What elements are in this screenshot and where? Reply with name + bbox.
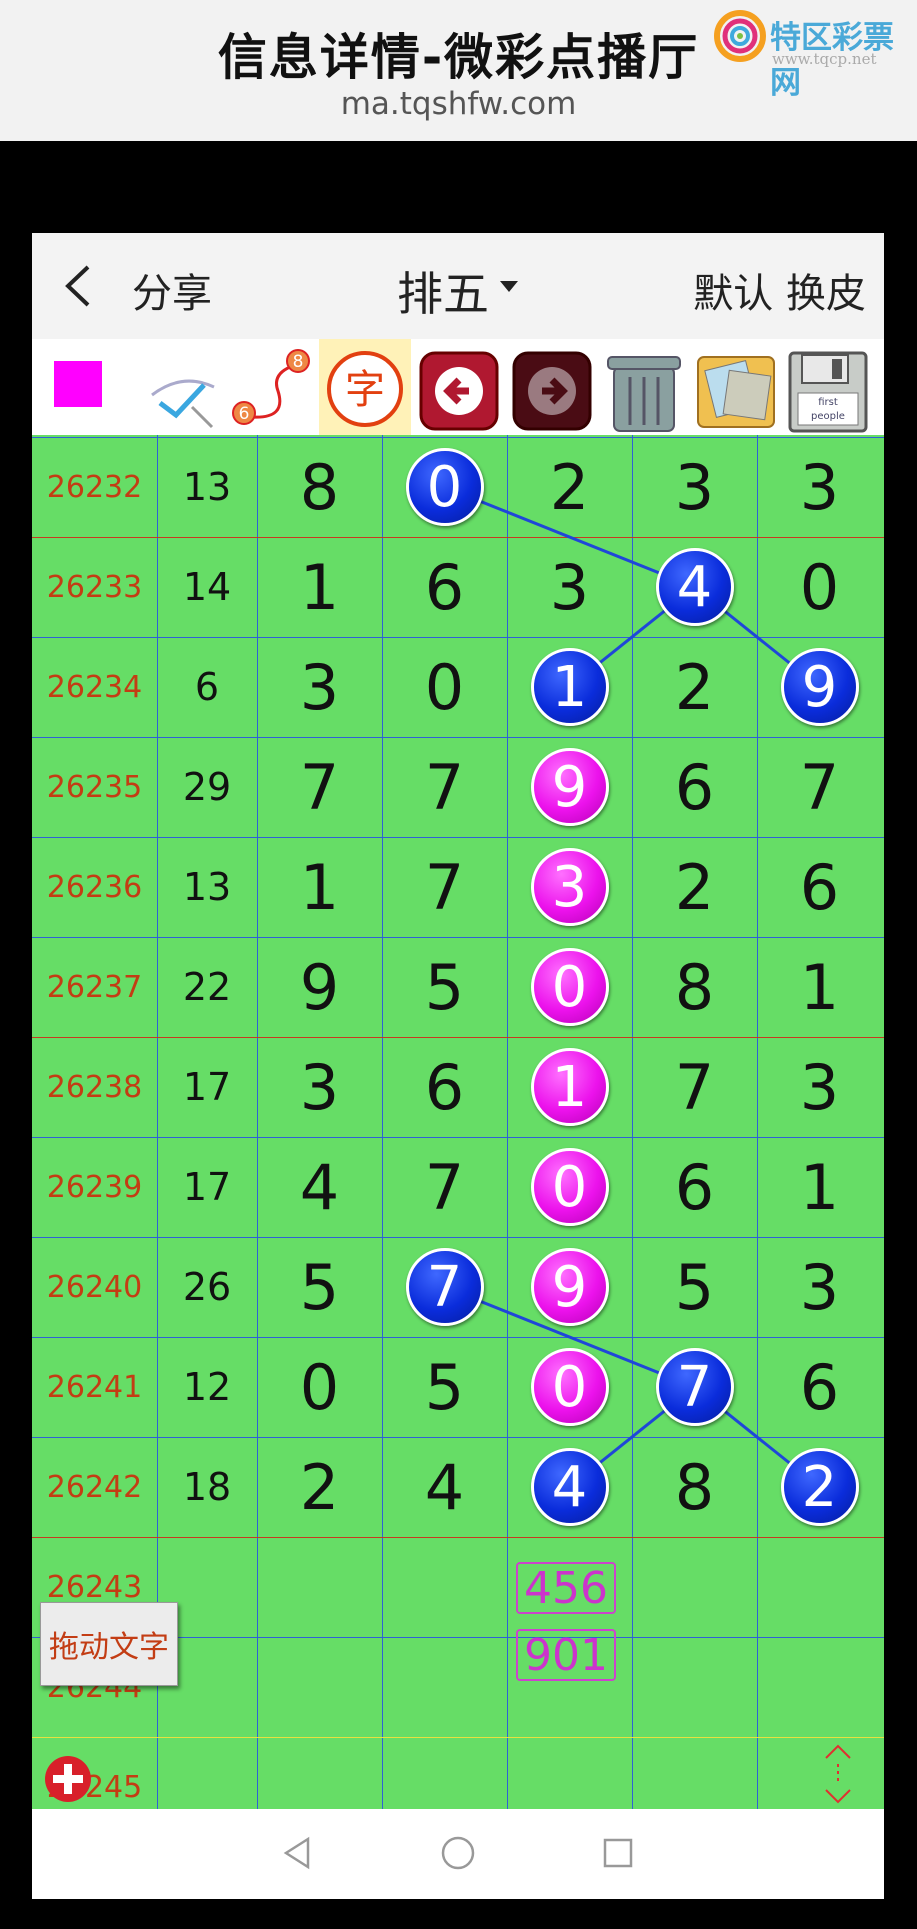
scroll-arrows-icon[interactable] [820, 1742, 856, 1806]
undo-arrow-icon[interactable] [415, 347, 503, 435]
lottery-type-select[interactable]: 排五 [397, 258, 489, 324]
app-screen: 分享 排五 默认 换皮 8 6 字 first people 26232 13 … [32, 233, 884, 1899]
trash-icon[interactable] [600, 347, 688, 435]
nav-right-group: 默认 换皮 [693, 261, 866, 319]
save-disk-icon[interactable]: first people [784, 347, 872, 435]
system-recents-icon[interactable] [598, 1833, 638, 1873]
save-label-people: people [811, 411, 845, 422]
pink-ball-highlight[interactable]: 3 [530, 848, 609, 926]
back-chevron-icon[interactable] [62, 263, 94, 309]
text-tool-label: 字 [345, 367, 385, 413]
blue-ball-highlight[interactable]: 4 [655, 548, 734, 626]
toolbar: 8 6 字 first people [32, 339, 884, 435]
pink-ball-highlight[interactable]: 0 [530, 948, 609, 1026]
skin-button[interactable]: 换皮 [786, 271, 866, 317]
blue-ball-highlight[interactable]: 0 [405, 448, 484, 526]
route-label-top: 8 [293, 352, 304, 372]
blue-ball-highlight[interactable]: 1 [530, 648, 609, 726]
blue-ball-highlight[interactable]: 7 [405, 1248, 484, 1326]
pen-tool-icon[interactable] [142, 347, 230, 435]
blue-ball-highlight[interactable]: 2 [780, 1448, 859, 1526]
pink-ball-highlight[interactable]: 0 [530, 1348, 609, 1426]
nav-bar: 分享 排五 默认 换皮 [32, 233, 884, 339]
system-nav-bar [32, 1809, 884, 1899]
route-tool-icon[interactable]: 8 6 [232, 347, 320, 435]
magenta-square-icon [54, 361, 102, 407]
chevron-down-icon[interactable] [500, 281, 518, 292]
blue-ball-highlight[interactable]: 9 [780, 648, 859, 726]
blue-ball-highlight[interactable]: 4 [530, 1448, 609, 1526]
share-button[interactable]: 分享 [132, 261, 212, 319]
pink-ball-highlight[interactable]: 9 [530, 748, 609, 826]
add-plus-icon[interactable] [43, 1754, 93, 1804]
page-header: 信息详情-微彩点播厅 ma.tqshfw.com 特区彩票网 www.tqcp.… [0, 0, 917, 141]
system-back-icon[interactable] [278, 1833, 318, 1873]
redo-arrow-icon[interactable] [508, 347, 596, 435]
blue-ball-highlight[interactable]: 7 [655, 1348, 734, 1426]
text-tool-icon: 字 [327, 351, 403, 427]
prediction-box[interactable]: 901 [516, 1629, 616, 1681]
site-logo[interactable]: 特区彩票网 www.tqcp.net [714, 8, 914, 101]
color-swatch-button[interactable] [48, 347, 136, 435]
default-button[interactable]: 默认 [693, 271, 773, 317]
pink-ball-highlight[interactable]: 1 [530, 1048, 609, 1126]
route-label-bottom: 6 [239, 404, 250, 424]
save-label-first: first [818, 397, 838, 408]
photos-icon[interactable] [692, 347, 780, 435]
system-home-icon[interactable] [438, 1833, 478, 1873]
swirl-icon [714, 10, 766, 62]
prediction-box[interactable]: 456 [516, 1562, 616, 1614]
connector-line [443, 485, 696, 589]
drag-text-button[interactable]: 拖动文字 [40, 1602, 178, 1686]
pink-ball-highlight[interactable]: 0 [530, 1148, 609, 1226]
text-tool-button[interactable]: 字 [319, 339, 411, 435]
pink-ball-highlight[interactable]: 9 [530, 1248, 609, 1326]
logo-url: www.tqcp.net [772, 50, 877, 68]
